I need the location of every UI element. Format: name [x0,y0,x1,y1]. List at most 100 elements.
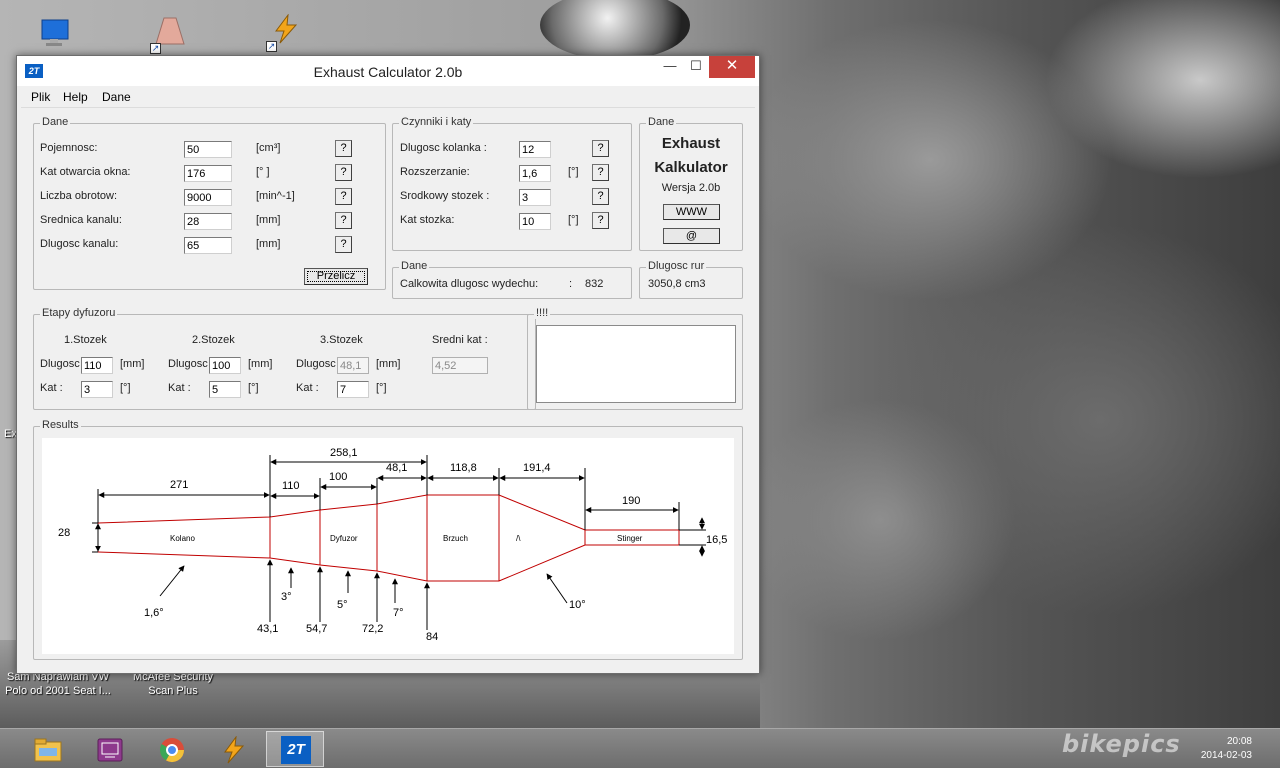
srednica-kanalu-help-button[interactable]: ? [335,212,352,229]
about-version: Wersja 2.0b [661,182,721,194]
background-helmet [540,0,690,60]
srodkowy-stozek-help-button[interactable]: ? [592,188,609,205]
menu-dane[interactable]: Dane [102,90,131,104]
dlugosc-kolanka-help-button[interactable]: ? [592,140,609,157]
folder-icon [34,738,62,762]
stage1-angle-input[interactable]: 3 [81,381,113,398]
dlugosc-kanalu-help-button[interactable]: ? [335,236,352,253]
kat-otwarcia-help-button[interactable]: ? [335,164,352,181]
kat-stozka-help-button[interactable]: ? [592,212,609,229]
desktop-shortcut-winamp-icon[interactable]: ↗ [262,8,310,52]
dlugosc-kanalu-label: Dlugosc kanalu: [40,238,119,250]
segment-stinger-label: Stinger [617,534,643,543]
rozszerzanie-input[interactable]: 1,6 [519,165,551,182]
pojemnosc-help-button[interactable]: ? [335,140,352,157]
desktop-computer-icon[interactable] [30,12,78,56]
dlugosc-kanalu-input[interactable]: 65 [184,237,232,254]
srednica-kanalu-unit: [mm] [256,214,281,226]
notes-group-title: !!!! [534,307,551,319]
pipe-volume-group-title: Dlugosc rur [646,260,707,272]
czynniki-group: Czynniki i katy Dlugosc kolanka : 12 ? R… [392,116,632,251]
caption-line: Polo od 2001 Seat I... [5,685,111,697]
kat-stozka-unit: [°] [568,214,579,226]
stage2-length-unit: [mm] [248,358,273,370]
close-button[interactable]: ✕ [709,56,755,78]
taskbar-chrome-button[interactable] [142,731,200,767]
stage1-angle-label: Kat : [40,382,63,394]
taskbar-remote-button[interactable] [80,731,138,767]
segment-brzuch-label: Brzuch [443,534,468,543]
total-length-separator: : [569,278,573,290]
stage3-angle-input[interactable]: 7 [337,381,369,398]
exhaust-calculator-window: 2T Exhaust Calculator 2.0b — ☐ ✕ Plik He… [16,55,760,674]
pojemnosc-input[interactable]: 50 [184,141,232,158]
stage2-angle-label: Kat : [168,382,191,394]
pojemnosc-label: Pojemnosc: [40,142,98,154]
stage1-length-input[interactable]: 110 [81,357,113,374]
dane-group: Dane Pojemnosc: 50 [cm³] ? Kat otwarcia … [33,116,386,290]
rozszerzanie-help-button[interactable]: ? [592,164,609,181]
email-button[interactable]: @ [663,228,720,244]
menu-plik[interactable]: Plik [31,90,50,104]
desktop-shortcut-cone-icon[interactable]: ↗ [146,10,194,54]
stage3-angle-unit: [°] [376,382,387,394]
dim-stage1-length: 110 [282,480,300,492]
rozszerzanie-label: Rozszerzanie: [400,166,470,178]
avg-angle-output: 4,52 [432,357,488,374]
stage3-angle-label: Kat : [296,382,319,394]
srodkowy-stozek-input[interactable]: 3 [519,189,551,206]
angle-stage2: 5° [337,599,348,611]
taskbar-winamp-button[interactable] [204,731,262,767]
segment-dyfuzor-label: Dyfuzor [330,534,358,543]
stage2-angle-unit: [°] [248,382,259,394]
total-length-group-title: Dane [399,260,430,272]
app-2t-icon: 2T [281,736,311,764]
liczba-obrotow-input[interactable]: 9000 [184,189,232,206]
monitor-icon [41,19,69,46]
segment-kolano-label: Kolano [170,534,195,543]
liczba-obrotow-help-button[interactable]: ? [335,188,352,205]
desktop-icon-label-mcafee[interactable]: McAfee Security Scan Plus [118,670,228,698]
pojemnosc-unit: [cm³] [256,142,281,154]
maximize-button[interactable]: ☐ [681,56,711,78]
remote-desktop-icon [97,738,123,762]
shortcut-arrow-icon: ↗ [266,41,277,52]
stage3-length-unit: [mm] [376,358,401,370]
kat-otwarcia-input[interactable]: 176 [184,165,232,182]
dlugosc-kolanka-label: Dlugosc kolanka : [400,142,487,154]
kat-stozka-input[interactable]: 10 [519,213,551,230]
diameter-d4: 84 [426,631,438,643]
stage2-length-input[interactable]: 100 [209,357,241,374]
liczba-obrotow-unit: [min^-1] [256,190,295,202]
lightning-icon [224,736,245,764]
stage3-header: 3.Stozek [320,334,363,346]
taskbar-exhaust-calculator-button[interactable]: 2T [266,731,324,767]
diameter-d3: 72,2 [362,623,383,635]
angle-kolano: 1,6° [144,607,164,619]
pipe-volume-value: 3050,8 cm3 [648,278,706,290]
desktop-icon-label-vw[interactable]: Sam Naprawiam VW Polo od 2001 Seat I... [0,670,116,698]
title-bar[interactable]: 2T Exhaust Calculator 2.0b — ☐ ✕ [17,56,759,86]
stage3-length-output: 48,1 [337,357,369,374]
stage2-angle-input[interactable]: 5 [209,381,241,398]
stage3-length-label: Dlugosc [296,358,336,370]
about-title-line1: Exhaust [661,135,721,152]
notes-memo[interactable] [536,325,736,403]
window-title: Exhaust Calculator 2.0b [313,64,463,80]
system-clock[interactable]: 20:08 2014-02-03 [1201,735,1252,763]
diameter-d1: 43,1 [257,623,278,635]
srednica-kanalu-label: Srednica kanalu: [40,214,122,226]
przelicz-button[interactable]: Przelicz [304,268,368,285]
stage2-header: 2.Stozek [192,334,235,346]
dim-stinger-length: 190 [622,495,640,507]
dlugosc-kolanka-input[interactable]: 12 [519,141,551,158]
diameter-d2: 54,7 [306,623,327,635]
dim-diffuser-total: 258,1 [330,447,358,459]
shortcut-arrow-icon: ↗ [150,43,161,54]
srednica-kanalu-input[interactable]: 28 [184,213,232,230]
taskbar-explorer-button[interactable] [18,731,76,767]
menu-help[interactable]: Help [63,90,88,104]
dim-inlet-diameter: 28 [58,527,70,539]
etapy-dyfuzoru-title: Etapy dyfuzoru [40,307,118,319]
www-button[interactable]: WWW [663,204,720,220]
